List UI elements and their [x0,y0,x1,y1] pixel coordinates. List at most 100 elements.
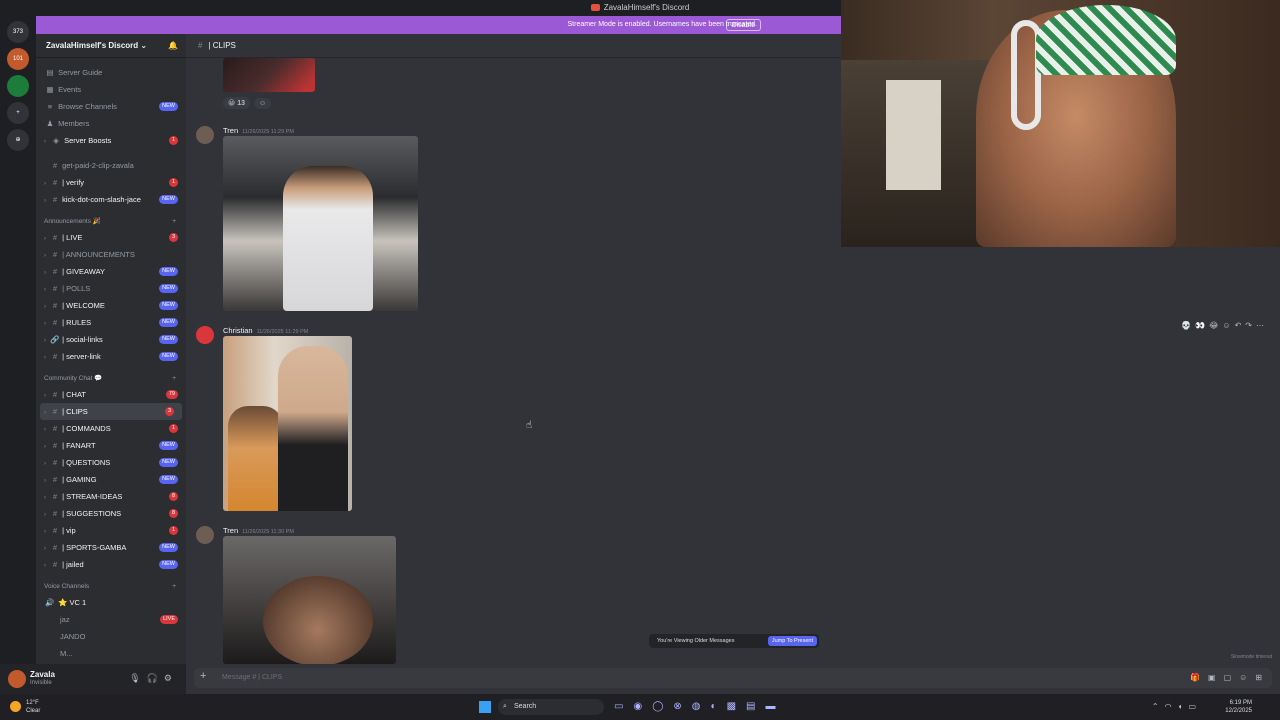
image-attachment[interactable] [223,336,352,511]
add-reaction-icon[interactable]: ☺ [1222,321,1234,330]
image-attachment[interactable] [223,136,418,311]
files-icon[interactable]: ▬ [765,701,785,712]
voice-channel-vc1[interactable]: 🔊 ⭐ VC 1 [36,594,186,611]
windows-start-icon[interactable] [479,701,491,713]
server-icon-green[interactable] [7,75,29,97]
microphone-icon[interactable]: 🎙 [129,673,146,683]
user-name: Zavala [30,670,55,679]
channel-chat[interactable]: › # | CHAT 79 [36,386,186,403]
system-tray: ⌃◠◖▭ [1152,702,1202,711]
channel-stream-ideas[interactable]: › # | STREAM-IDEAS 8 [36,488,186,505]
voice-user[interactable]: JANDO [36,628,186,645]
channel-gaming[interactable]: › # | GAMING NEW [36,471,186,488]
wifi-icon[interactable]: ◠ [1165,702,1178,711]
search-label: Search [514,703,537,710]
more-icon[interactable]: ⋯ [1256,321,1268,330]
disable-streamer-mode-button[interactable]: Disable [725,19,761,31]
server-icon-direct-messages[interactable]: 373 [7,21,29,43]
minecraft-icon[interactable]: ▩ [727,701,746,712]
store-icon[interactable]: ▤ [746,701,765,712]
reaction-icon[interactable]: 👀 [1195,321,1209,330]
emoji-icon[interactable]: ☺ [1239,673,1255,682]
task-view-icon[interactable]: ▭ [614,701,633,712]
weather-condition: Clear [26,708,41,714]
nav-events[interactable]: ▦ Events [36,81,186,98]
channel-welcome[interactable]: › # | WELCOME NEW [36,297,186,314]
forward-icon[interactable]: ↷ [1245,321,1256,330]
author-name[interactable]: Christian [223,326,253,335]
discord-icon[interactable]: ◉ [633,701,652,712]
server-name-header[interactable]: ZavalaHimself's Discord ⌄ 🔔 [36,34,186,58]
channel-fanart[interactable]: › # | FANART NEW [36,437,186,454]
apps-icon[interactable]: ⊞ [1255,673,1270,682]
message-input[interactable]: Message # | CLIPS [194,668,1272,688]
sticker-icon[interactable]: ▢ [1224,673,1240,682]
reaction-icon[interactable]: 💀 [1181,321,1195,330]
category-community-chat[interactable]: Community Chat 💬 + [36,369,186,386]
nav-server-guide[interactable]: ▤ Server Guide [36,64,186,81]
author-name[interactable]: Tren [223,126,238,135]
voice-user[interactable]: jaz LIVE [36,611,186,628]
server-icon-zavala[interactable]: 101 [7,48,29,70]
image-attachment[interactable] [223,536,396,664]
add-server-icon[interactable]: + [7,102,29,124]
channel-announcements[interactable]: › # | ANNOUNCEMENTS [36,246,186,263]
channel-label: kick-dot-com-slash-jace [62,195,141,204]
category-announcements[interactable]: Announcements 🎉 + [36,212,186,229]
chrome-icon[interactable]: ◍ [692,701,711,712]
avatar[interactable] [8,670,26,688]
discord-avatar-icon[interactable] [196,326,214,344]
gif-icon[interactable]: ▣ [1208,673,1224,682]
chevron-up-icon[interactable]: ⌃ [1152,702,1165,711]
nav-members[interactable]: ♟ Members [36,115,186,132]
volume-icon[interactable]: ◖ [1178,702,1189,711]
attach-plus-icon[interactable]: + [200,670,206,682]
embed-thumbnail[interactable] [223,58,315,92]
channel-server-link[interactable]: › # | server-link NEW [36,348,186,365]
channel-suggestions[interactable]: › # | SUGGESTIONS 8 [36,505,186,522]
battery-icon[interactable]: ▭ [1188,702,1202,711]
hash-icon: # [52,407,58,416]
channel-vip[interactable]: › # | vip 1 [36,522,186,539]
channel-jailed[interactable]: › # | jailed NEW [36,556,186,573]
channel-polls[interactable]: › # | POLLS NEW [36,280,186,297]
nav-server-boosts[interactable]: › ◈ Server Boosts 1 [36,132,186,149]
category-voice-channels[interactable]: Voice Channels + [36,577,186,594]
channel-commands[interactable]: › # | COMMANDS 1 [36,420,186,437]
channel-social-links[interactable]: › 🔗 | social-links NEW [36,331,186,348]
voice-user[interactable]: M... [36,645,186,662]
add-reaction-icon[interactable]: ☺ [254,98,272,109]
edge-icon[interactable]: ◐ [711,701,727,712]
channel-kick[interactable]: › # kick-dot-com-slash-jace NEW [36,191,186,208]
bell-icon[interactable]: 🔔 [168,34,178,58]
avatar[interactable] [196,526,214,544]
hash-icon: # [52,560,58,569]
reaction-pill[interactable]: 😀 13 [223,97,251,109]
channel-sports-gamba[interactable]: › # | SPORTS-GAMBA NEW [36,539,186,556]
calendar-icon: ▦ [46,85,54,94]
reaction-icon[interactable]: 😂 [1209,321,1222,330]
gear-icon[interactable]: ⚙ [164,673,178,683]
nav-browse-channels[interactable]: ≡ Browse Channels NEW [36,98,186,115]
jump-to-present-button[interactable]: Jump To Present [767,636,817,646]
channel-clips-selected[interactable]: › # | CLIPS 3 [40,403,182,420]
channel-get-paid[interactable]: # get-paid-2-clip-zavala [36,157,186,174]
channel-rules[interactable]: › # | RULES NEW [36,314,186,331]
author-name[interactable]: Tren [223,526,238,535]
new-badge: NEW [159,335,178,344]
channel-giveaway[interactable]: › # | GIVEAWAY NEW [36,263,186,280]
channel-label: | social-links [62,335,103,344]
xbox-icon[interactable]: ⊗ [673,701,691,712]
taskbar-clock[interactable]: 6:19 PM 12/2/2025 [1225,699,1252,715]
gift-icon[interactable]: 🎁 [1190,673,1208,682]
taskbar-search[interactable]: ⌕ Search [498,699,604,715]
opera-icon[interactable]: ◯ [652,701,673,712]
weather-widget[interactable]: 12°F Clear [10,699,40,715]
channel-verify[interactable]: › # | verify 1 [36,174,186,191]
channel-questions[interactable]: › # | QUESTIONS NEW [36,454,186,471]
headphones-icon[interactable]: 🎧 [147,673,164,683]
avatar[interactable] [196,126,214,144]
channel-live[interactable]: › # | LIVE 3 [36,229,186,246]
explore-servers-icon[interactable]: ⊕ [7,129,29,151]
reply-icon[interactable]: ↶ [1235,321,1246,330]
